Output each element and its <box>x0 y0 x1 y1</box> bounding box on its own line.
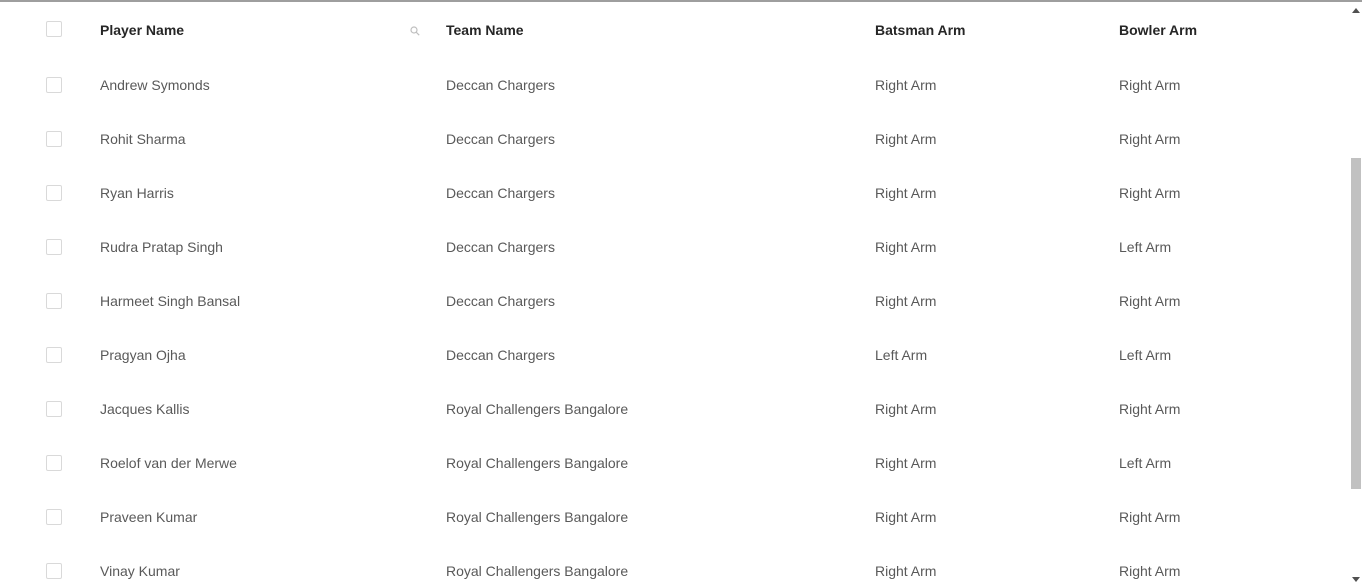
row-checkbox[interactable] <box>46 293 62 309</box>
table-header-row: Player Name Team Name Batsman Arm Bowler… <box>0 2 1348 58</box>
player-name-cell: Andrew Symonds <box>100 77 210 93</box>
bowler-arm-cell: Right Arm <box>1119 185 1181 201</box>
table-row[interactable]: Roelof van der Merwe Royal Challengers B… <box>0 436 1348 490</box>
row-checkbox[interactable] <box>46 239 62 255</box>
batsman-arm-cell: Right Arm <box>875 293 937 309</box>
row-checkbox[interactable] <box>46 347 62 363</box>
bowler-arm-cell: Left Arm <box>1119 347 1172 363</box>
table-row[interactable]: Praveen Kumar Royal Challengers Bangalor… <box>0 490 1348 544</box>
player-name-cell: Roelof van der Merwe <box>100 455 237 471</box>
table-row[interactable]: Rudra Pratap Singh Deccan Chargers Right… <box>0 220 1348 274</box>
team-name-cell: Royal Challengers Bangalore <box>446 401 629 417</box>
table-row[interactable]: Ryan Harris Deccan Chargers Right Arm Ri… <box>0 166 1348 220</box>
team-name-cell: Deccan Chargers <box>446 239 555 255</box>
select-all-checkbox[interactable] <box>46 21 62 37</box>
scroll-up-arrow-icon[interactable] <box>1352 8 1360 13</box>
player-name-cell: Pragyan Ojha <box>100 347 186 363</box>
scrollbar-thumb[interactable] <box>1351 158 1361 489</box>
column-header-player-name[interactable]: Player Name <box>100 2 184 58</box>
player-name-cell: Rudra Pratap Singh <box>100 239 223 255</box>
bowler-arm-cell: Right Arm <box>1119 77 1181 93</box>
table-row[interactable]: Vinay Kumar Royal Challengers Bangalore … <box>0 544 1348 584</box>
players-table: Player Name Team Name Batsman Arm Bowler… <box>0 2 1348 584</box>
batsman-arm-cell: Right Arm <box>875 563 937 579</box>
bowler-arm-cell: Right Arm <box>1119 401 1181 417</box>
row-checkbox[interactable] <box>46 563 62 579</box>
player-name-cell: Jacques Kallis <box>100 401 190 417</box>
bowler-arm-cell: Right Arm <box>1119 563 1181 579</box>
team-name-cell: Deccan Chargers <box>446 77 555 93</box>
search-icon[interactable] <box>410 26 420 36</box>
table-row[interactable]: Harmeet Singh Bansal Deccan Chargers Rig… <box>0 274 1348 328</box>
row-checkbox[interactable] <box>46 509 62 525</box>
vertical-scrollbar[interactable] <box>1348 2 1362 584</box>
row-checkbox[interactable] <box>46 131 62 147</box>
column-header-bowler-arm[interactable]: Bowler Arm <box>1119 2 1197 58</box>
bowler-arm-cell: Left Arm <box>1119 455 1172 471</box>
bowler-arm-cell: Right Arm <box>1119 293 1181 309</box>
team-name-cell: Deccan Chargers <box>446 347 555 363</box>
team-name-cell: Royal Challengers Bangalore <box>446 563 629 579</box>
team-name-cell: Royal Challengers Bangalore <box>446 509 629 525</box>
table-row[interactable]: Andrew Symonds Deccan Chargers Right Arm… <box>0 58 1348 112</box>
bowler-arm-cell: Left Arm <box>1119 239 1172 255</box>
player-name-cell: Rohit Sharma <box>100 131 186 147</box>
row-checkbox[interactable] <box>46 455 62 471</box>
team-name-cell: Deccan Chargers <box>446 185 555 201</box>
table-row[interactable]: Pragyan Ojha Deccan Chargers Left Arm Le… <box>0 328 1348 382</box>
batsman-arm-cell: Right Arm <box>875 239 937 255</box>
batsman-arm-cell: Right Arm <box>875 509 937 525</box>
batsman-arm-cell: Left Arm <box>875 347 928 363</box>
batsman-arm-cell: Right Arm <box>875 77 937 93</box>
team-name-cell: Deccan Chargers <box>446 293 555 309</box>
batsman-arm-cell: Right Arm <box>875 455 937 471</box>
team-name-cell: Deccan Chargers <box>446 131 555 147</box>
table-row[interactable]: Rohit Sharma Deccan Chargers Right Arm R… <box>0 112 1348 166</box>
row-checkbox[interactable] <box>46 401 62 417</box>
row-checkbox[interactable] <box>46 185 62 201</box>
bowler-arm-cell: Right Arm <box>1119 131 1181 147</box>
batsman-arm-cell: Right Arm <box>875 401 937 417</box>
column-header-batsman-arm[interactable]: Batsman Arm <box>875 2 966 58</box>
player-name-cell: Praveen Kumar <box>100 509 198 525</box>
player-name-cell: Ryan Harris <box>100 185 174 201</box>
batsman-arm-cell: Right Arm <box>875 131 937 147</box>
bowler-arm-cell: Right Arm <box>1119 509 1181 525</box>
row-checkbox[interactable] <box>46 77 62 93</box>
player-name-cell: Vinay Kumar <box>100 563 180 579</box>
player-name-cell: Harmeet Singh Bansal <box>100 293 241 309</box>
column-header-team-name[interactable]: Team Name <box>446 2 524 58</box>
team-name-cell: Royal Challengers Bangalore <box>446 455 629 471</box>
scroll-down-arrow-icon[interactable] <box>1352 577 1360 582</box>
batsman-arm-cell: Right Arm <box>875 185 937 201</box>
page: Player Name Team Name Batsman Arm Bowler… <box>0 0 1362 584</box>
table-row[interactable]: Jacques Kallis Royal Challengers Bangalo… <box>0 382 1348 436</box>
